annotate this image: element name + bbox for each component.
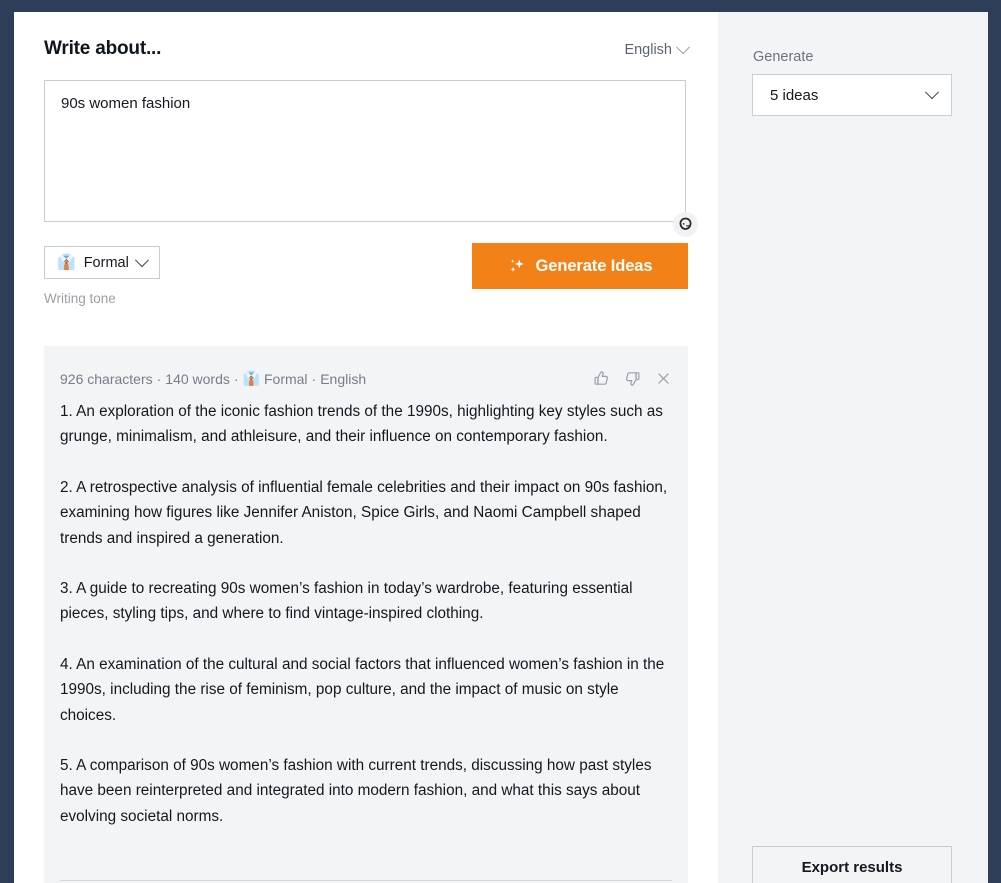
idea-count-select[interactable]: 5 ideas (752, 74, 952, 116)
generate-ideas-label: Generate Ideas (536, 257, 653, 276)
editor-header: Write about... English (44, 38, 688, 60)
thumbs-down-icon[interactable] (624, 370, 641, 387)
chevron-down-icon (925, 85, 939, 99)
app-window: Write about... English 90s women fashion… (14, 12, 988, 883)
writing-tone-button[interactable]: 👔 Formal (44, 246, 160, 279)
list-item: 4. An examination of the cultural and so… (60, 652, 672, 728)
list-item: 5. A comparison of 90s women’s fashion w… (60, 753, 672, 829)
thumbs-down-glyph (624, 370, 641, 387)
page-title: Write about... (44, 38, 161, 60)
card-divider (60, 880, 672, 881)
sidebar: Generate 5 ideas Export results (718, 12, 988, 883)
list-item: 3. A guide to recreating 90s women’s fas… (60, 576, 672, 627)
writing-tone-label: Formal (84, 255, 129, 271)
necktie-emoji-icon: 👔 (243, 370, 260, 387)
results-meta: 926 characters · 140 words · 👔 Formal · … (60, 370, 366, 387)
idea-count-value: 5 ideas (770, 87, 818, 104)
word-count: 140 words (165, 371, 230, 387)
results-card: 926 characters · 140 words · 👔 Formal · … (44, 346, 688, 883)
meta-separator: · (312, 371, 317, 387)
results-actions (593, 370, 672, 387)
ideas-list: 1. An exploration of the iconic fashion … (60, 399, 672, 854)
thumbs-up-glyph (593, 370, 610, 387)
language-selector[interactable]: English (624, 42, 688, 58)
chevron-down-icon (676, 40, 690, 54)
prompt-textarea[interactable]: 90s women fashion (44, 80, 686, 222)
export-results-button[interactable]: Export results (752, 846, 952, 883)
prompt-text-value: 90s women fashion (61, 93, 671, 114)
results-language: English (320, 371, 366, 387)
generate-count-label: Generate (753, 49, 813, 65)
export-results-label: Export results (802, 859, 903, 876)
close-glyph (655, 370, 672, 387)
necktie-emoji-icon: 👔 (57, 255, 76, 270)
meta-separator: · (157, 371, 162, 387)
language-selector-label: English (624, 42, 672, 58)
meta-separator: · (234, 371, 239, 387)
writing-tone-caption: Writing tone (44, 291, 116, 306)
sparkles-icon (508, 257, 527, 276)
results-card-header: 926 characters · 140 words · 👔 Formal · … (60, 370, 672, 387)
chevron-down-icon (135, 253, 149, 267)
list-item: 2. A retrospective analysis of influenti… (60, 475, 672, 551)
list-item: 1. An exploration of the iconic fashion … (60, 399, 672, 450)
thumbs-up-icon[interactable] (593, 370, 610, 387)
languagetool-badge-icon[interactable] (673, 212, 698, 237)
main-panel: Write about... English 90s women fashion… (14, 12, 718, 883)
close-icon[interactable] (655, 370, 672, 387)
languagetool-glyph-icon (678, 217, 693, 232)
generate-ideas-button[interactable]: Generate Ideas (472, 243, 688, 289)
results-tone: Formal (264, 371, 308, 387)
character-count: 926 characters (60, 371, 153, 387)
